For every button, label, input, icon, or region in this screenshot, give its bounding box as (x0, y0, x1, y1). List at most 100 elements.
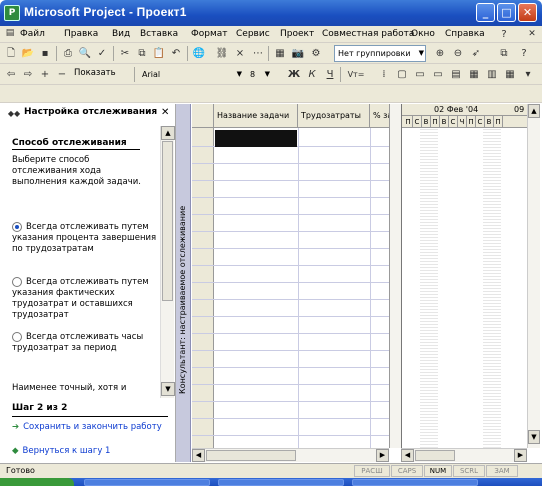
open-folder-icon[interactable]: 📂 (20, 46, 36, 61)
help-icon[interactable]: ? (516, 46, 532, 61)
table-row[interactable] (192, 333, 389, 334)
undo-icon[interactable]: ↶ (168, 46, 184, 61)
zoom-in-icon[interactable]: ⊕ (432, 46, 448, 61)
menu-format[interactable]: Формат (191, 29, 228, 39)
italic-button[interactable]: К (304, 67, 320, 82)
consultant-bar[interactable]: Консультант: настраиваемое отслеживание (176, 104, 191, 462)
filter-button[interactable]: Vт= (344, 67, 368, 82)
font-select[interactable]: Arial ▼ (138, 66, 244, 83)
menu-project[interactable]: Проект (280, 29, 314, 39)
task-info-icon[interactable]: ▦ (272, 46, 288, 61)
table-row[interactable] (192, 282, 389, 283)
bold-button[interactable]: Ж (286, 67, 302, 82)
scroll-left-icon[interactable]: ◀ (192, 449, 205, 462)
maximize-button[interactable]: □ (497, 3, 516, 22)
print-preview-icon[interactable]: 🔍 (77, 46, 93, 61)
back-to-step1-label[interactable]: Вернуться к шагу 1 (23, 446, 111, 456)
scroll-up-icon[interactable]: ▲ (161, 126, 175, 140)
taskbar-window-button[interactable] (218, 479, 344, 486)
save-and-finish-label[interactable]: Сохранить и закончить работу (23, 422, 162, 432)
resource-sheet-icon[interactable]: ▦ (502, 67, 518, 82)
copy-icon[interactable]: ⧉ (134, 46, 150, 61)
start-button[interactable] (0, 478, 74, 486)
table-row[interactable] (192, 435, 389, 436)
table-horizontal-scrollbar[interactable]: ◀ ▶ (192, 448, 389, 462)
calendar-view-icon[interactable]: ▢ (394, 67, 410, 82)
menu-window[interactable]: Окно (411, 29, 435, 39)
hyperlink-icon[interactable]: 🌐 (191, 46, 207, 61)
table-row[interactable] (192, 316, 389, 317)
scroll-down-icon[interactable]: ▼ (161, 382, 175, 396)
assign-resources-icon[interactable]: ⚙ (308, 46, 324, 61)
taskbar-window-button[interactable] (84, 479, 210, 486)
back-to-step1-link[interactable]: ◆ Вернуться к шагу 1 (12, 446, 162, 456)
radio-track-percent-label[interactable]: Всегда отслеживать путем указания процен… (12, 222, 157, 255)
vertical-scrollbar[interactable]: ▲ ▼ (527, 104, 540, 448)
radio-track-actual-label[interactable]: Всегда отслеживать путем указания фактич… (12, 277, 157, 321)
menu-tools[interactable]: Сервис (236, 29, 270, 39)
scroll-down-icon[interactable]: ▼ (528, 430, 540, 444)
show-dropdown[interactable]: Показать (74, 68, 116, 78)
back-forward-icon[interactable]: ◆◆ (4, 106, 24, 121)
table-row[interactable] (192, 350, 389, 351)
table-row[interactable] (192, 401, 389, 402)
side-pane-close-icon[interactable]: ✕ (161, 107, 169, 118)
close-button[interactable]: ✕ (518, 3, 537, 22)
network-diagram-icon[interactable]: ▭ (430, 67, 446, 82)
menu-file[interactable]: Файл (20, 29, 45, 39)
new-file-icon[interactable]: 🗋 (3, 46, 19, 61)
font-size-select[interactable]: 8 ▼ (246, 66, 272, 83)
scroll-right-icon[interactable]: ▶ (376, 449, 389, 462)
menu-view[interactable]: Вид (112, 29, 130, 39)
indent-icon[interactable]: ⇨ (20, 67, 36, 82)
entry-bar[interactable] (0, 85, 542, 103)
taskbar-window-button[interactable] (352, 479, 478, 486)
split-bar[interactable] (389, 104, 401, 448)
gantt-chart-icon[interactable]: ▭ (412, 67, 428, 82)
notes-icon[interactable]: 📷 (290, 46, 306, 61)
menu-edit[interactable]: Правка (64, 29, 98, 39)
toolbar-options-icon[interactable]: ⁞ (376, 67, 392, 82)
task-usage-icon[interactable]: ▤ (448, 67, 464, 82)
link-tasks-icon[interactable]: ⛓ (214, 46, 230, 61)
split-task-icon[interactable]: ⋯ (250, 46, 266, 61)
menubar-close-icon[interactable]: ✕ (524, 27, 540, 42)
hide-subtasks-icon[interactable]: − (54, 67, 70, 82)
menu-collaborate[interactable]: Совместная работа (322, 29, 414, 39)
scroll-left-icon[interactable]: ◀ (401, 449, 414, 462)
table-row[interactable] (192, 248, 389, 249)
active-cell[interactable] (215, 130, 297, 147)
table-row[interactable] (192, 367, 389, 368)
table-row[interactable] (192, 265, 389, 266)
zoom-out-icon[interactable]: ⊖ (450, 46, 466, 61)
paste-icon[interactable]: 📋 (151, 46, 167, 61)
outdent-icon[interactable]: ⇦ (3, 67, 19, 82)
table-row[interactable] (192, 418, 389, 419)
scroll-thumb[interactable] (415, 450, 455, 461)
table-row[interactable] (192, 180, 389, 181)
grouping-select[interactable]: Нет группировки ▼ (334, 45, 426, 62)
menu-insert[interactable]: Вставка (140, 29, 178, 39)
scroll-right-icon[interactable]: ▶ (514, 449, 527, 462)
save-icon[interactable]: ▪ (37, 46, 53, 61)
scroll-up-icon[interactable]: ▲ (528, 104, 540, 118)
radio-track-hours-label[interactable]: Всегда отслеживать часы трудозатрат за п… (12, 332, 157, 354)
column-work[interactable]: Трудозатраты (298, 104, 370, 128)
table-row[interactable] (192, 163, 389, 164)
table-row[interactable] (192, 214, 389, 215)
resource-graph-icon[interactable]: ▥ (484, 67, 500, 82)
select-all-corner[interactable] (192, 104, 214, 128)
table-row[interactable] (192, 299, 389, 300)
table-row[interactable] (192, 197, 389, 198)
cut-icon[interactable]: ✂ (117, 46, 133, 61)
tracking-gantt-icon[interactable]: ▦ (466, 67, 482, 82)
show-subtasks-icon[interactable]: + (37, 67, 53, 82)
help-question-icon[interactable]: ? (496, 27, 512, 42)
table-row[interactable] (192, 231, 389, 232)
table-row[interactable] (192, 384, 389, 385)
copy-picture-icon[interactable]: ⧉ (496, 46, 512, 61)
side-pane-scrollbar[interactable]: ▲ ▼ (160, 126, 175, 398)
column-percent-work[interactable]: % зат (370, 104, 389, 128)
column-task-name[interactable]: Название задачи (214, 104, 298, 128)
doc-menu-icon[interactable]: ▤ (2, 26, 18, 41)
